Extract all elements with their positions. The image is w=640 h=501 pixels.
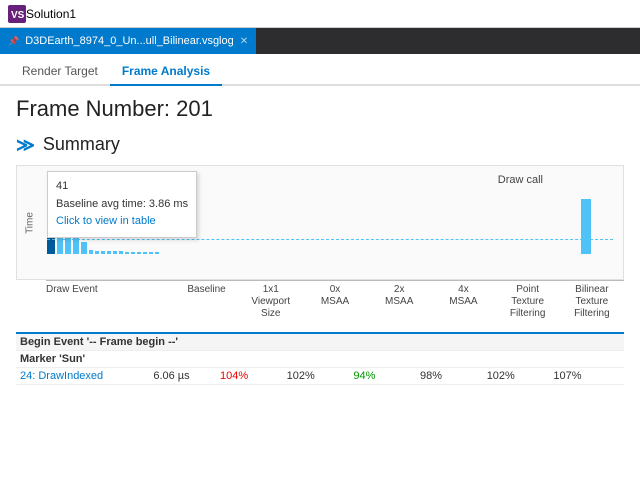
bar-16[interactable] [149, 252, 153, 254]
col-point-value: 102% [487, 370, 554, 382]
col-event-value[interactable]: 24: DrawIndexed [20, 370, 153, 382]
bar-13[interactable] [131, 252, 135, 254]
x-axis-labels: Draw Event Baseline 1x1ViewportSize 0xMS… [46, 280, 624, 324]
collapse-icon[interactable]: ≫ [16, 136, 35, 154]
draw-indexed-link[interactable]: 24: DrawIndexed [20, 370, 103, 382]
table-group-header: Begin Event '-- Frame begin --' [16, 334, 624, 351]
results-table: Begin Event '-- Frame begin --' Marker '… [16, 332, 624, 385]
dashed-baseline-line [47, 239, 613, 240]
x-label-point: PointTextureFiltering [496, 284, 560, 320]
col-4xmsaa-value: 98% [420, 370, 487, 382]
bar-9[interactable] [107, 251, 111, 254]
col-1x1-value: 104% [220, 370, 287, 382]
summary-section-header: ≫ Summary [16, 134, 624, 155]
bar-12[interactable] [125, 252, 129, 254]
col-baseline-value: 6.06 µs [153, 370, 220, 382]
tooltip-line3[interactable]: Click to view in table [56, 213, 188, 231]
summary-title: Summary [43, 134, 120, 155]
bar-7[interactable] [95, 251, 99, 254]
tab-frame-analysis[interactable]: Frame Analysis [110, 58, 222, 86]
svg-text:VS: VS [11, 10, 25, 21]
tab-label: D3DEarth_8974_0_Un...ull_Bilinear.vsglog [25, 35, 234, 47]
x-label-2xmsaa: 2xMSAA [367, 284, 431, 320]
tab-pin-icon: 📌 [8, 36, 19, 47]
bar-8[interactable] [101, 251, 105, 254]
bar-5[interactable] [81, 242, 87, 254]
bar-6[interactable] [89, 250, 93, 254]
title-bar-text: Solution1 [26, 7, 76, 21]
bar-14[interactable] [137, 252, 141, 254]
tooltip-line1: 41 [56, 178, 188, 196]
x-label-0xmsaa: 0xMSAA [303, 284, 367, 320]
col-2xmsaa-value: 94% [353, 370, 420, 382]
vs-logo-icon: VS [8, 5, 26, 23]
tab-render-target[interactable]: Render Target [10, 58, 110, 86]
bar-17[interactable] [155, 252, 159, 254]
bar-11[interactable] [119, 251, 123, 254]
x-label-4xmsaa: 4xMSAA [431, 284, 495, 320]
x-label-baseline: Baseline [174, 284, 238, 320]
table-marker-row: Marker 'Sun' [16, 351, 624, 368]
frame-number: Frame Number: 201 [16, 96, 624, 122]
x-label-draw-event: Draw Event [46, 284, 174, 320]
x-label-bilinear: BilinearTextureFiltering [560, 284, 624, 320]
main-content: Frame Number: 201 ≫ Summary Time Draw ca… [0, 86, 640, 501]
tab-close-icon[interactable]: ✕ [240, 36, 248, 47]
col-bilinear-value: 107% [553, 370, 620, 382]
y-axis-label: Time [24, 212, 35, 234]
bar-10[interactable] [113, 251, 117, 254]
marker-label: Marker 'Sun' [20, 353, 85, 365]
col-0xmsaa-value: 102% [287, 370, 354, 382]
table-data-row: 24: DrawIndexed 6.06 µs 104% 102% 94% 98… [16, 368, 624, 385]
title-bar: VS Solution1 [0, 0, 640, 28]
bar-15[interactable] [143, 252, 147, 254]
bar-tall-right[interactable] [581, 199, 591, 254]
group-header-label: Begin Event '-- Frame begin --' [20, 336, 178, 348]
tab-bar: 📌 D3DEarth_8974_0_Un...ull_Bilinear.vsgl… [0, 28, 640, 54]
x-label-1x1: 1x1ViewportSize [239, 284, 303, 320]
tooltip: 41 Baseline avg time: 3.86 ms Click to v… [47, 171, 197, 238]
sub-tab-bar: Render Target Frame Analysis [0, 54, 640, 86]
chart-container: Time Draw call [16, 165, 624, 280]
tooltip-line2: Baseline avg time: 3.86 ms [56, 196, 188, 214]
file-tab[interactable]: 📌 D3DEarth_8974_0_Un...ull_Bilinear.vsgl… [0, 28, 257, 54]
